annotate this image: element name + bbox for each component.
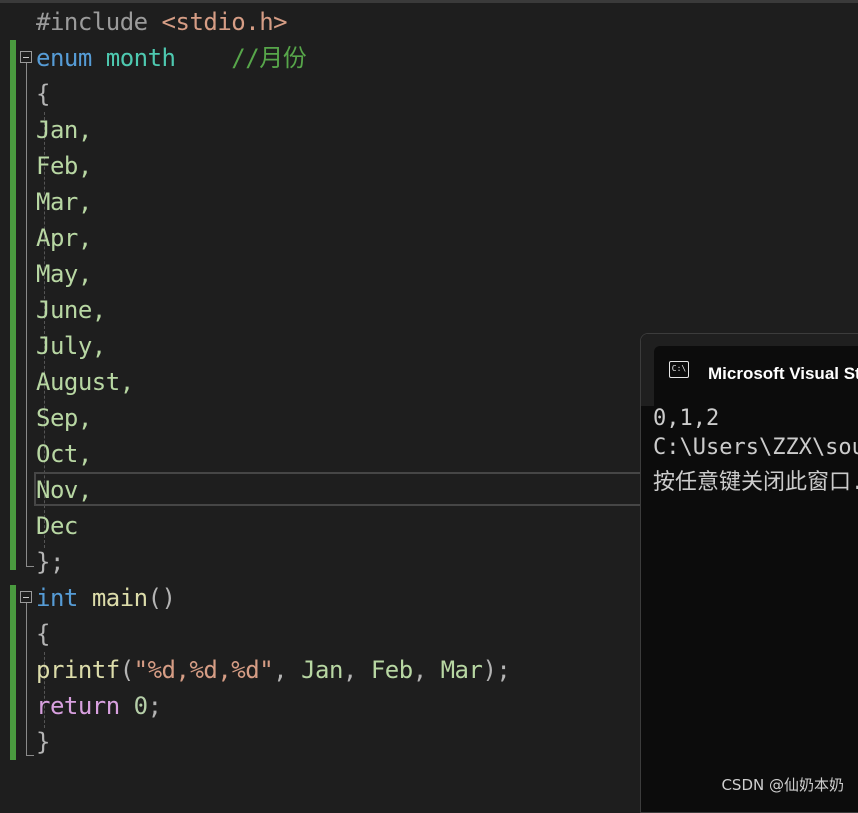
enumerator-line[interactable]: May, (36, 256, 92, 292)
cmd-icon: C:\ (669, 361, 689, 378)
debug-console-window[interactable]: C:\ Microsoft Visual Studio 调试控制台 0,1,2 … (640, 333, 858, 813)
enumerator-line[interactable]: Feb, (36, 148, 92, 184)
code-line-enum-close[interactable]: }; (36, 544, 64, 580)
format-string: %d,%d,%d (147, 656, 260, 684)
printf-lparen: ( (119, 656, 134, 684)
console-output-line: 按任意键关闭此窗口... (653, 470, 858, 495)
printf-call: printf (36, 656, 120, 684)
arg-separator: , (273, 656, 302, 684)
console-titlebar[interactable]: C:\ Microsoft Visual Studio 调试控制台 (641, 334, 858, 406)
change-margin-bar-main (10, 585, 16, 760)
main-parens: () (147, 584, 176, 612)
enumerator-line[interactable]: June, (36, 292, 106, 328)
watermark: CSDN @仙奶本奶 (721, 776, 844, 794)
enumerator-line[interactable]: August, (36, 364, 134, 400)
fold-end-main (26, 755, 34, 756)
code-line-main-decl[interactable]: int main() (36, 580, 176, 616)
collapse-main-icon[interactable] (20, 591, 32, 603)
enum-comment: //月份 (231, 44, 307, 72)
code-line-main-open-brace[interactable]: { (36, 616, 50, 652)
fold-line-enum (26, 63, 27, 566)
enum-name: month (105, 44, 176, 72)
printf-arg: Mar (440, 656, 483, 684)
enumerator-line[interactable]: Dec (36, 508, 78, 544)
enumerator-line[interactable]: Oct, (36, 436, 92, 472)
return-value: 0 (133, 692, 148, 720)
enum-keyword: enum (36, 44, 92, 72)
code-line-enum-decl[interactable]: enum month //月份 (36, 40, 307, 76)
arg-separator: , (342, 656, 371, 684)
current-line-highlight (34, 472, 644, 506)
enumerator-line[interactable]: Sep, (36, 400, 92, 436)
code-line-include[interactable]: #include <stdio.h> (36, 4, 288, 40)
arg-separator: , (412, 656, 441, 684)
console-output-line: 0,1,2 (653, 406, 720, 431)
statement-end: ); (482, 656, 511, 684)
string-quote: " (259, 656, 274, 684)
console-tab[interactable]: C:\ Microsoft Visual Studio 调试控制台 (654, 346, 858, 406)
string-quote: " (133, 656, 148, 684)
collapse-enum-icon[interactable] (20, 51, 32, 63)
fold-line-main (26, 603, 27, 755)
statement-end: ; (147, 692, 162, 720)
printf-arg: Jan (301, 656, 343, 684)
console-output-line: C:\Users\ZZX\source (653, 435, 858, 460)
printf-arg: Feb (370, 656, 413, 684)
return-keyword: return (36, 692, 120, 720)
change-margin-bar-enum (10, 40, 16, 570)
enumerator-line[interactable]: Nov, (36, 472, 92, 508)
include-header: <stdio.h> (161, 8, 288, 36)
preprocessor-directive: #include (36, 8, 148, 36)
enumerator-line[interactable]: Jan, (36, 112, 92, 148)
console-title: Microsoft Visual Studio 调试控制台 (708, 364, 858, 383)
code-line-return[interactable]: return 0; (36, 688, 162, 724)
code-line-enum-open-brace[interactable]: { (36, 76, 50, 112)
code-line-main-close[interactable]: } (36, 724, 50, 760)
enumerator-line[interactable]: July, (36, 328, 106, 364)
fold-end-enum (26, 566, 34, 567)
enumerator-line[interactable]: Apr, (36, 220, 92, 256)
code-line-printf[interactable]: printf("%d,%d,%d", Jan, Feb, Mar); (36, 652, 511, 688)
function-name-main: main (91, 584, 148, 612)
enumerator-line[interactable]: Mar, (36, 184, 92, 220)
return-type: int (36, 584, 78, 612)
editor-top-border (0, 0, 858, 3)
